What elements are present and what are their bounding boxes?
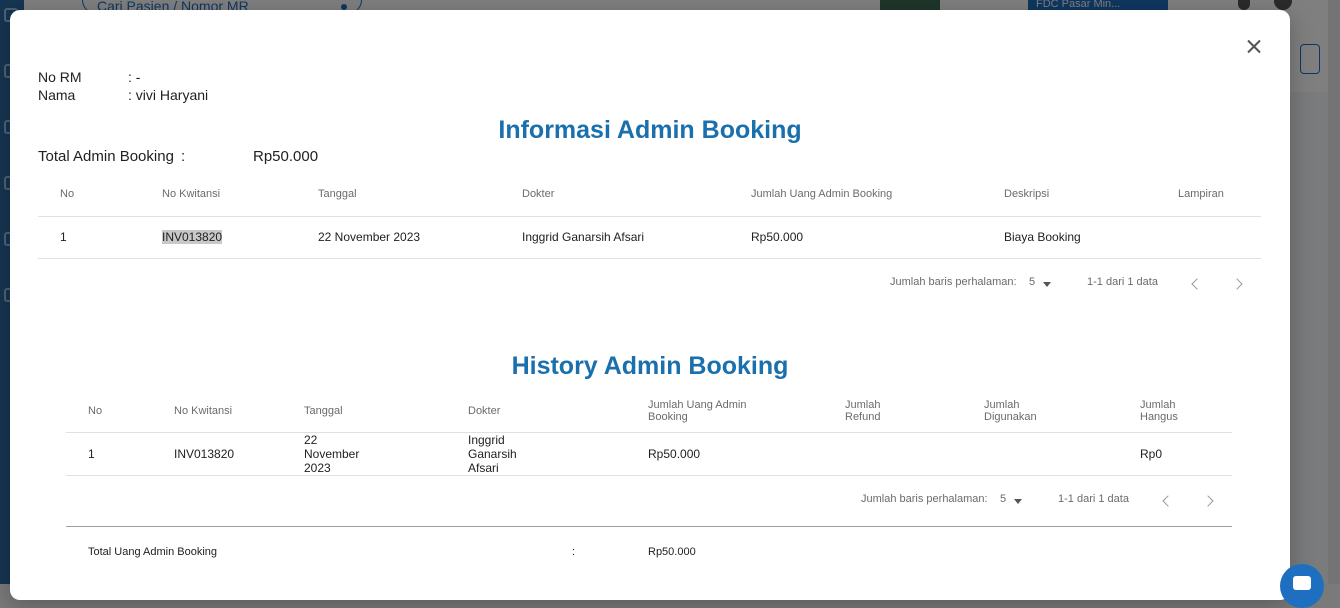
summary-value: Rp50.000 — [648, 546, 696, 558]
info-table: No No Kwitansi Tanggal Dokter Jumlah Uan… — [38, 172, 1261, 259]
page-range: 1-1 dari 1 data — [1058, 493, 1129, 505]
cell-dokter: Inggrid Ganarsih Afsari — [522, 230, 645, 244]
page-range: 1-1 dari 1 data — [1087, 276, 1158, 288]
cell-tanggal: 22 November 2023 — [318, 230, 421, 244]
history-pagination: Jumlah baris perhalaman: 5 1-1 dari 1 da… — [10, 493, 1290, 509]
chat-button[interactable] — [1280, 564, 1324, 608]
summary-colon: : — [572, 546, 576, 558]
kwitansi-value[interactable]: INV013820 — [162, 230, 223, 244]
cell-hangus: Rp0 — [1140, 446, 1163, 461]
chevron-down-icon[interactable] — [1014, 499, 1022, 504]
info-pagination: Jumlah baris perhalaman: 5 1-1 dari 1 da… — [10, 276, 1290, 292]
table-header-row: No No Kwitansi Tanggal Dokter Jumlah Uan… — [38, 172, 1261, 216]
col-header: Dokter — [468, 404, 501, 417]
admin-booking-modal: No RM : - Nama : vivi Haryani Informasi … — [10, 10, 1290, 600]
chevron-down-icon[interactable] — [1043, 282, 1051, 287]
cell-kwitansi: INV013820 — [174, 446, 235, 461]
cell-refund — [823, 432, 962, 475]
cell-jumlah: Rp50.000 — [648, 446, 701, 461]
prev-page-icon[interactable] — [1162, 495, 1174, 507]
col-header: No Kwitansi — [162, 187, 221, 200]
patient-info: No RM : - Nama : vivi Haryani — [38, 68, 208, 104]
rows-per-page-value: 5 — [1000, 493, 1007, 505]
cell-no: 1 — [60, 230, 67, 244]
cell-tanggal: 22 November 2023 — [304, 432, 360, 475]
info-title: Informasi Admin Booking — [498, 116, 802, 144]
col-header: Tanggal — [304, 404, 343, 417]
cell-jumlah: Rp50.000 — [751, 230, 804, 244]
name-label: Nama — [38, 87, 76, 103]
total-colon: : — [181, 148, 186, 165]
col-header: No — [60, 187, 75, 200]
summary-divider — [66, 526, 1232, 527]
name-value: : vivi Haryani — [128, 87, 209, 103]
cell-deskripsi: Biaya Booking — [1004, 230, 1081, 244]
rows-per-page-label: Jumlah baris perhalaman: — [861, 493, 988, 505]
table-row: 1 INV013820 22 November 2023 Inggrid Gan… — [38, 216, 1261, 258]
history-table: No No Kwitansi Tanggal Dokter Jumlah Uan… — [66, 390, 1232, 476]
rm-value: : - — [128, 69, 141, 85]
summary-label: Total Uang Admin Booking — [88, 546, 218, 558]
total-admin-booking: Total Admin Booking : Rp50.000 — [38, 148, 318, 165]
cell-no: 1 — [88, 446, 95, 461]
rows-per-page-label: Jumlah baris perhalaman: — [890, 276, 1017, 288]
col-header: Jumlah Uang Admin Booking — [648, 398, 747, 423]
col-header: Jumlah Digunakan — [984, 398, 1037, 423]
rm-label: No RM — [38, 69, 82, 85]
total-label: Total Admin Booking — [38, 148, 174, 165]
prev-page-icon[interactable] — [1191, 278, 1203, 290]
next-page-icon[interactable] — [1231, 278, 1243, 290]
cell-digunakan — [962, 432, 1118, 475]
col-header: Jumlah Uang Admin Booking — [751, 187, 893, 200]
col-header: Deskripsi — [1004, 187, 1050, 200]
rows-per-page-value: 5 — [1029, 276, 1036, 288]
col-header: Lampiran — [1178, 187, 1224, 200]
cell-kwitansi: INV013820 — [140, 216, 296, 258]
table-header-row: No No Kwitansi Tanggal Dokter Jumlah Uan… — [66, 390, 1232, 432]
total-value: Rp50.000 — [253, 148, 319, 165]
next-page-icon[interactable] — [1202, 495, 1214, 507]
history-title: History Admin Booking — [511, 352, 789, 380]
close-icon[interactable] — [1244, 36, 1264, 56]
cell-dokter: Inggrid Ganarsih Afsari — [468, 432, 517, 475]
cell-lampiran — [1156, 216, 1261, 258]
col-header: Jumlah Hangus — [1140, 398, 1178, 423]
col-header: Jumlah Refund — [845, 398, 881, 423]
col-header: No Kwitansi — [174, 404, 233, 417]
col-header: Dokter — [522, 187, 555, 200]
col-header: No — [88, 404, 103, 417]
col-header: Tanggal — [318, 187, 357, 200]
table-row: 1 INV013820 22 November 2023 Inggrid Gan… — [66, 432, 1232, 475]
